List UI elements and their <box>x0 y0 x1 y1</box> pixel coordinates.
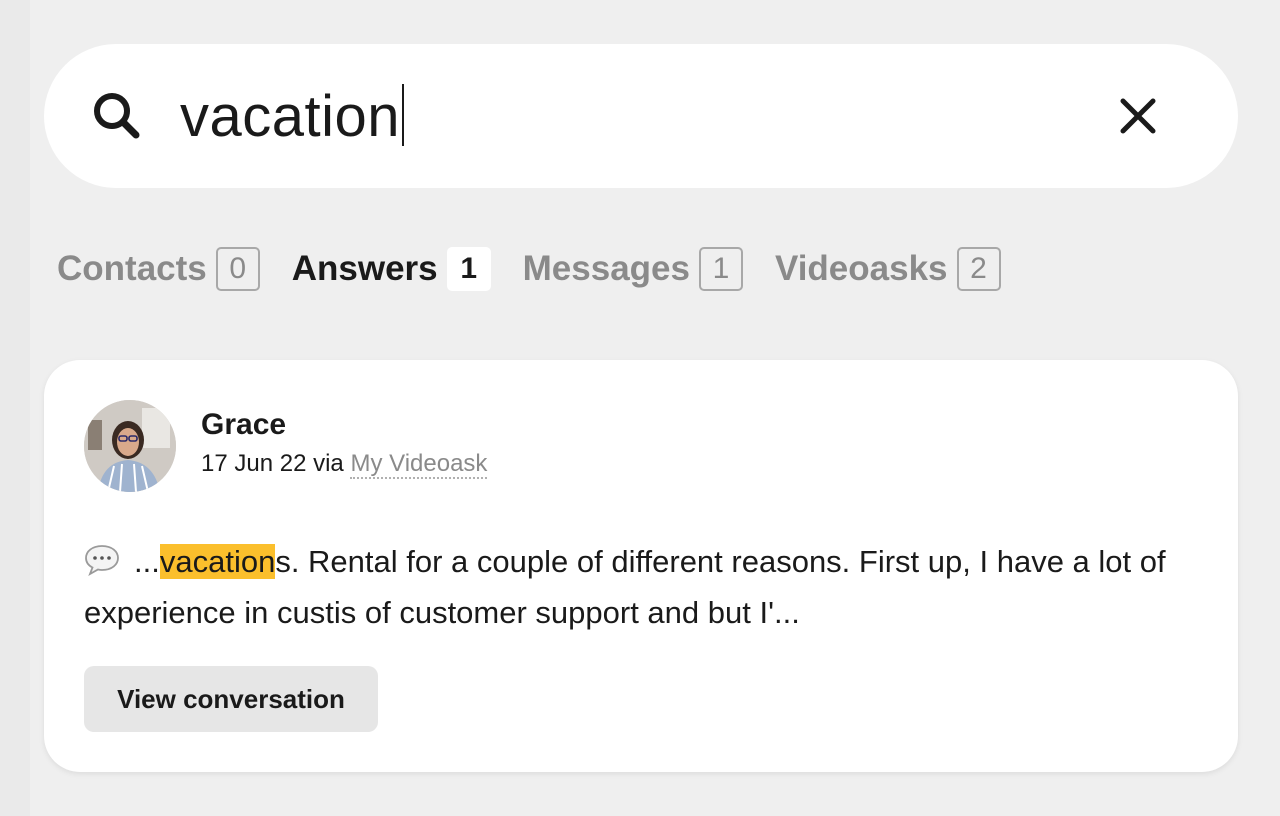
speech-bubble-icon <box>84 540 120 577</box>
answer-meta: 17 Jun 22 via My Videoask <box>201 450 488 479</box>
videoask-source-link[interactable]: My Videoask <box>350 450 488 479</box>
snippet-prefix: ... <box>134 544 160 579</box>
search-input[interactable] <box>180 78 1080 154</box>
tab-answers[interactable]: Answers 1 <box>292 247 491 291</box>
tab-label: Contacts <box>57 249 207 288</box>
answer-result-card: Grace 17 Jun 22 via My Videoask ...vacat… <box>44 360 1238 772</box>
tab-label: Messages <box>522 249 690 288</box>
tab-label: Answers <box>291 249 438 288</box>
tab-messages[interactable]: Messages 1 <box>523 247 743 291</box>
tab-videoasks[interactable]: Videoasks 2 <box>775 247 1001 291</box>
search-highlight: vacation <box>159 544 276 579</box>
close-icon <box>1120 98 1156 134</box>
count-badge: 2 <box>956 247 1001 291</box>
background-panel-edge <box>0 0 30 816</box>
answer-date: 17 Jun 22 <box>201 450 307 477</box>
contact-name: Grace <box>201 408 287 441</box>
search-bar[interactable] <box>44 44 1238 188</box>
tab-label: Videoasks <box>774 249 948 288</box>
result-tabs: Contacts 0 Answers 1 Messages 1 Videoask… <box>57 244 1033 294</box>
answer-snippet: ...vacations. Rental for a couple of dif… <box>84 536 1204 638</box>
count-badge: 1 <box>698 247 743 291</box>
avatar <box>84 400 176 492</box>
text-caret <box>402 84 405 146</box>
count-badge: 1 <box>446 247 491 291</box>
tab-contacts[interactable]: Contacts 0 <box>57 247 260 291</box>
count-badge: 0 <box>215 247 260 291</box>
view-conversation-button[interactable]: View conversation <box>84 666 378 732</box>
search-icon <box>90 89 144 143</box>
clear-search-button[interactable] <box>1114 92 1162 140</box>
via-label: via <box>313 450 344 477</box>
